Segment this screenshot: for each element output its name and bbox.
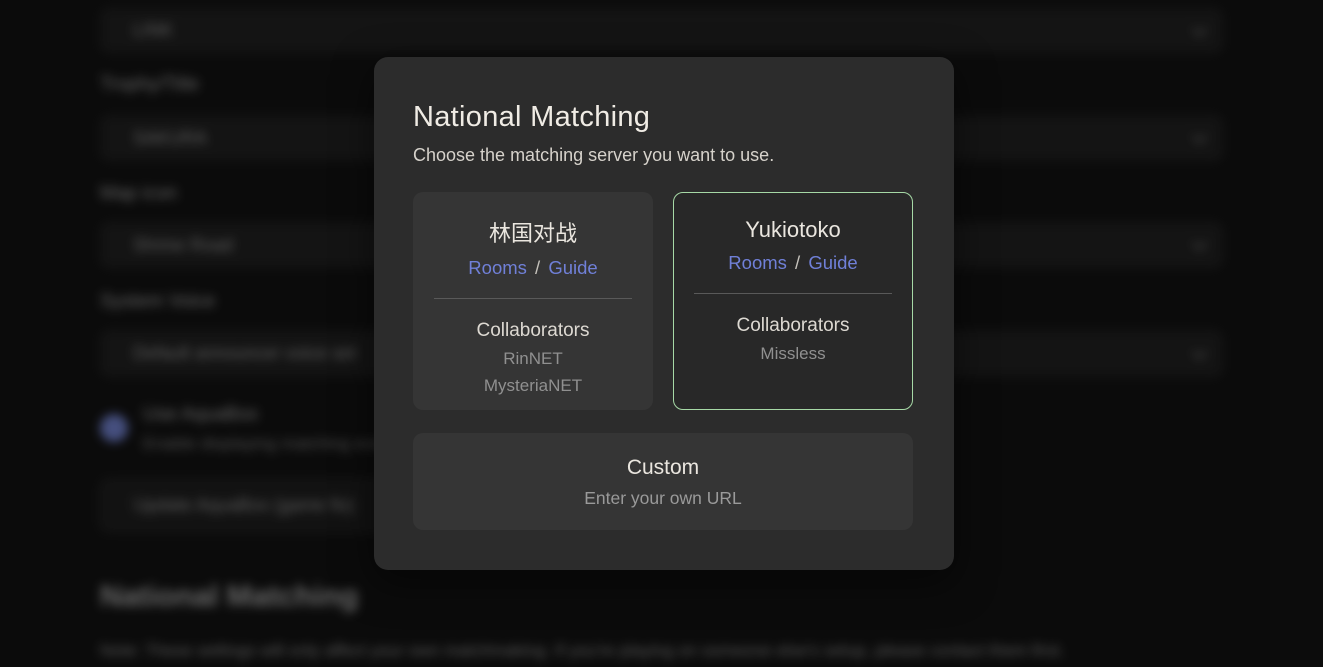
custom-server-card[interactable]: Custom Enter your own URL	[413, 433, 913, 530]
link-separator: /	[792, 252, 803, 273]
dialog-title: National Matching	[413, 101, 650, 134]
guide-link[interactable]: Guide	[548, 257, 597, 278]
server-links: Rooms / Guide	[413, 257, 653, 279]
collaborators-heading: Collaborators	[413, 320, 653, 342]
national-matching-dialog: National Matching Choose the matching se…	[374, 57, 954, 570]
rooms-link[interactable]: Rooms	[728, 252, 787, 273]
collaborator-name: RinNET	[413, 349, 653, 369]
link-separator: /	[532, 257, 543, 278]
collaborators-heading: Collaborators	[674, 315, 912, 337]
card-divider	[434, 298, 632, 299]
card-divider	[694, 293, 892, 294]
server-card-linguo[interactable]: 林国对战 Rooms / Guide Collaborators RinNET …	[413, 192, 653, 410]
guide-link[interactable]: Guide	[808, 252, 857, 273]
server-name: Yukiotoko	[674, 217, 912, 243]
app-window: LINK Trophy/Title SAKURA Map icon Shrine…	[0, 0, 1323, 667]
collaborator-name: Missless	[674, 344, 912, 364]
rooms-link[interactable]: Rooms	[468, 257, 527, 278]
dialog-subtitle: Choose the matching server you want to u…	[413, 145, 774, 166]
server-name: 林国对战	[413, 216, 653, 248]
collaborator-name: MysteriaNET	[413, 376, 653, 396]
custom-card-title: Custom	[413, 456, 913, 480]
custom-card-subtitle: Enter your own URL	[413, 488, 913, 509]
server-card-yukiotoko[interactable]: Yukiotoko Rooms / Guide Collaborators Mi…	[673, 192, 913, 410]
server-links: Rooms / Guide	[674, 252, 912, 274]
